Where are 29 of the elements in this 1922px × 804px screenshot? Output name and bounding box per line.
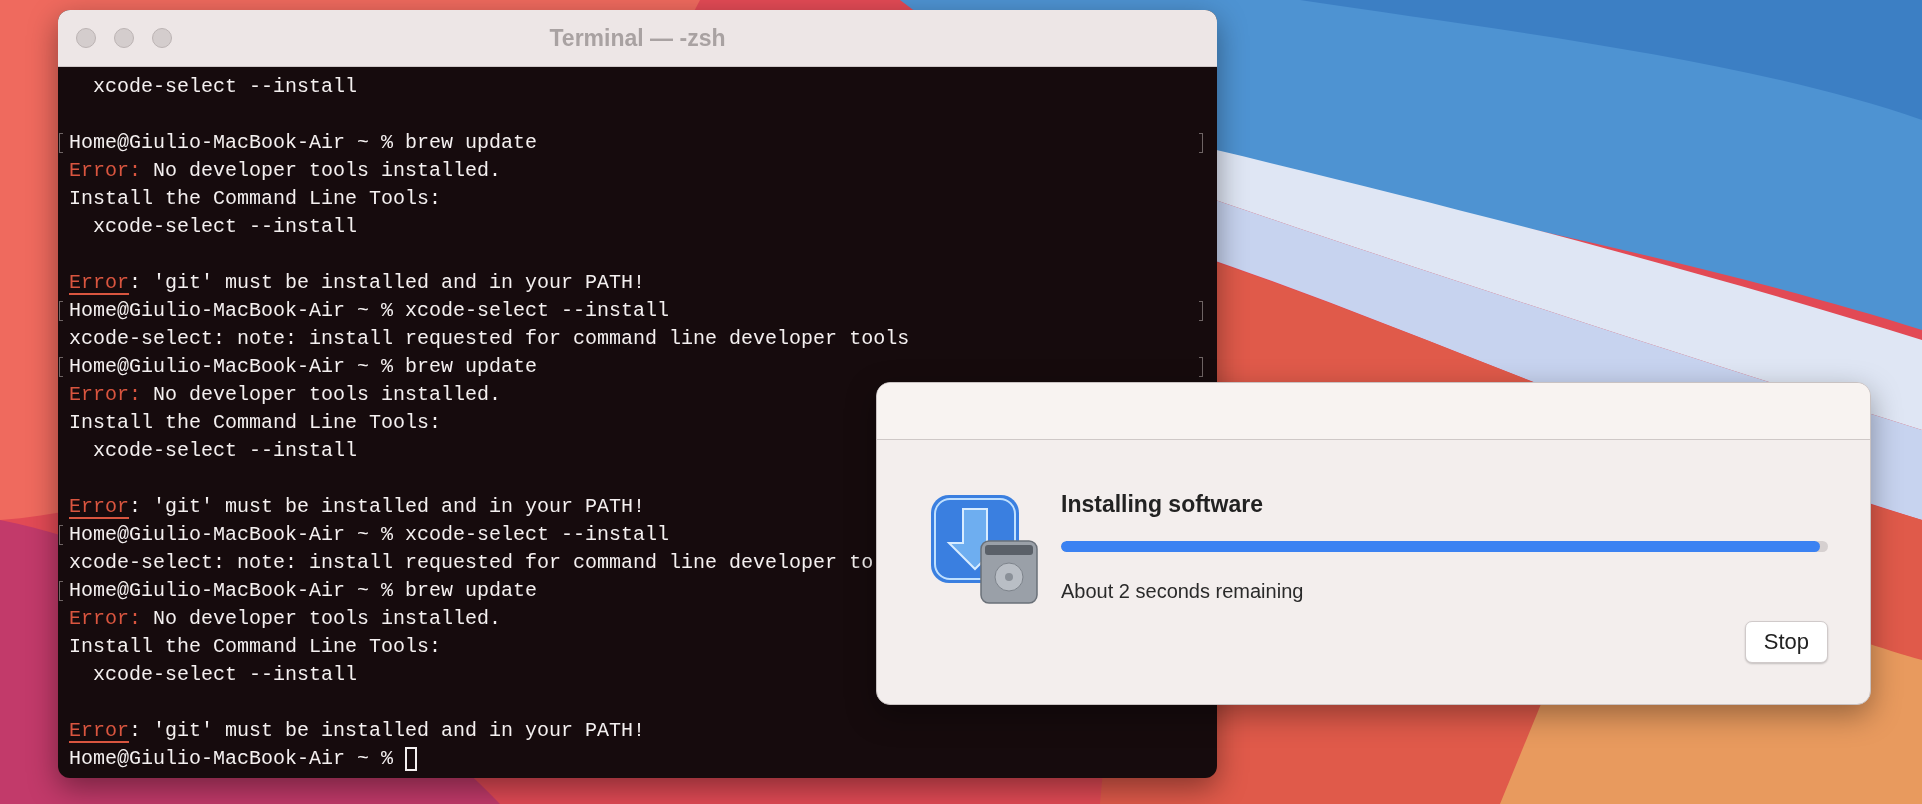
terminal-line: Install the Command Line Tools:: [69, 634, 442, 660]
terminal-line: Error: No developer tools installed.: [69, 158, 502, 184]
terminal-line: Home@Giulio-MacBook-Air ~ % xcode-select --install: [69, 522, 670, 548]
terminal-line: Error: No developer tools installed.: [69, 382, 502, 408]
installer-icon: [929, 493, 1041, 605]
terminal-line: Home@Giulio-MacBook-Air ~ % brew update: [69, 130, 538, 156]
terminal-line: Error: 'git' must be installed and in your PATH!: [69, 718, 646, 744]
minimize-button[interactable]: [114, 28, 134, 48]
dialog-title: Installing software: [1061, 491, 1264, 519]
terminal-line: xcode-select --install: [92, 662, 358, 688]
terminal-line: Error: No developer tools installed.: [69, 606, 502, 632]
zoom-button[interactable]: [152, 28, 172, 48]
terminal-line: Install the Command Line Tools:: [69, 186, 442, 212]
terminal-line: Home@Giulio-MacBook-Air ~ % brew update: [69, 578, 538, 604]
terminal-line: Home@Giulio-MacBook-Air ~ %: [69, 746, 394, 772]
terminal-line: xcode-select --install: [92, 214, 358, 240]
terminal-line: Install the Command Line Tools:: [69, 410, 442, 436]
stop-button[interactable]: Stop: [1744, 621, 1828, 663]
terminal-line: Home@Giulio-MacBook-Air ~ % brew update: [69, 354, 538, 380]
terminal-line: Error: 'git' must be installed and in your PATH!: [69, 270, 646, 296]
status-text: About 2 seconds remaining: [1061, 580, 1305, 603]
terminal-line: Error: 'git' must be installed and in your PATH!: [69, 494, 646, 520]
terminal-line: Home@Giulio-MacBook-Air ~ % xcode-select --install: [69, 298, 670, 324]
window-title: Terminal — -zsh: [549, 24, 726, 52]
terminal-line: xcode-select: note: install requested for command line developer tools: [69, 326, 910, 352]
close-button[interactable]: [76, 28, 96, 48]
terminal-line: xcode-select: note: install requested for command line developer to: [69, 550, 874, 576]
terminal-line: xcode-select --install: [92, 74, 358, 100]
terminal-line: xcode-select --install: [92, 438, 358, 464]
